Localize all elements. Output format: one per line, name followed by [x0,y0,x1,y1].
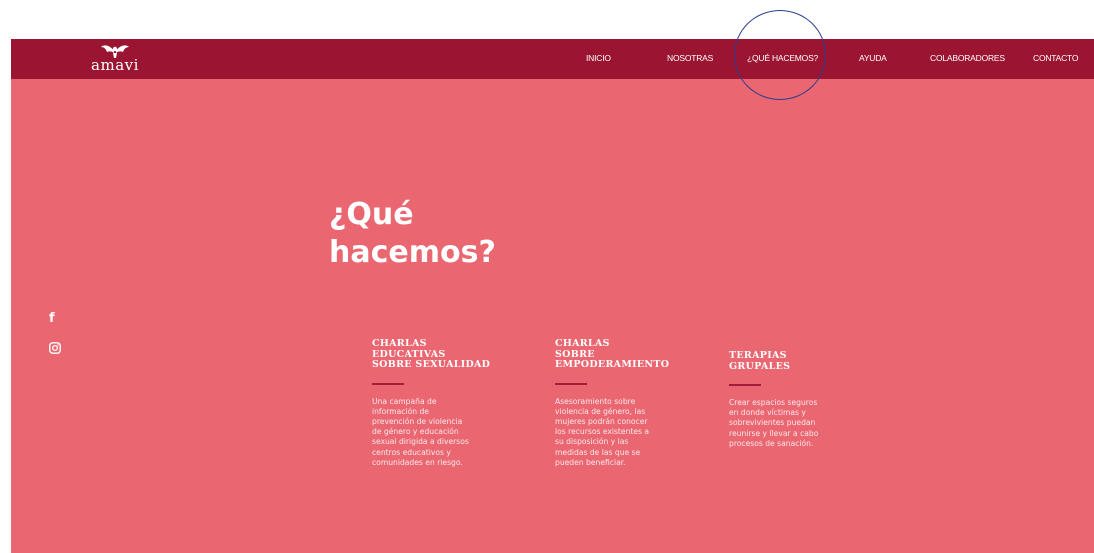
service-card-charlas-sexualidad: CHARLAS EDUCATIVAS SOBRE SEXUALIDAD Una … [372,338,507,468]
card-divider [729,384,761,386]
card-description: Asesoramiento sobre violencia de género,… [555,396,650,467]
instagram-icon[interactable] [49,341,61,359]
card-title: CHARLAS SOBRE EMPODERAMIENTO [555,338,670,370]
card-description: Una campaña de información de prevención… [372,396,469,467]
card-description: Crear espacios seguros en donde víctimas… [729,398,819,448]
card-divider [372,382,404,385]
service-card-terapias-grupales: TERAPIAS GRUPALES Crear espacios seguros… [729,350,864,449]
top-navbar: amavi INICIO NOSOTRAS ¿QUÉ HACEMOS? AYUD… [11,39,1094,79]
brand-logo[interactable]: amavi [85,43,145,77]
page-frame: amavi INICIO NOSOTRAS ¿QUÉ HACEMOS? AYUD… [11,39,1094,553]
facebook-icon[interactable]: f [49,311,55,326]
card-title: TERAPIAS GRUPALES [729,350,791,372]
nav-item-nosotras[interactable]: NOSOTRAS [667,53,713,63]
service-card-charlas-empoderamiento: CHARLAS SOBRE EMPODERAMIENTO Asesoramien… [555,338,690,468]
nav-item-colaboradores[interactable]: COLABORADORES [930,53,1005,63]
brand-name: amavi [91,56,139,74]
card-divider [555,382,587,385]
nav-item-que-hacemos[interactable]: ¿QUÉ HACEMOS? [747,53,818,63]
page-title: ¿Qué hacemos? [329,197,496,270]
nav-item-ayuda[interactable]: AYUDA [859,53,887,63]
card-title: CHARLAS EDUCATIVAS SOBRE SEXUALIDAD [372,338,491,370]
nav-item-contacto[interactable]: CONTACTO [1033,53,1079,63]
nav-item-inicio[interactable]: INICIO [586,53,611,63]
